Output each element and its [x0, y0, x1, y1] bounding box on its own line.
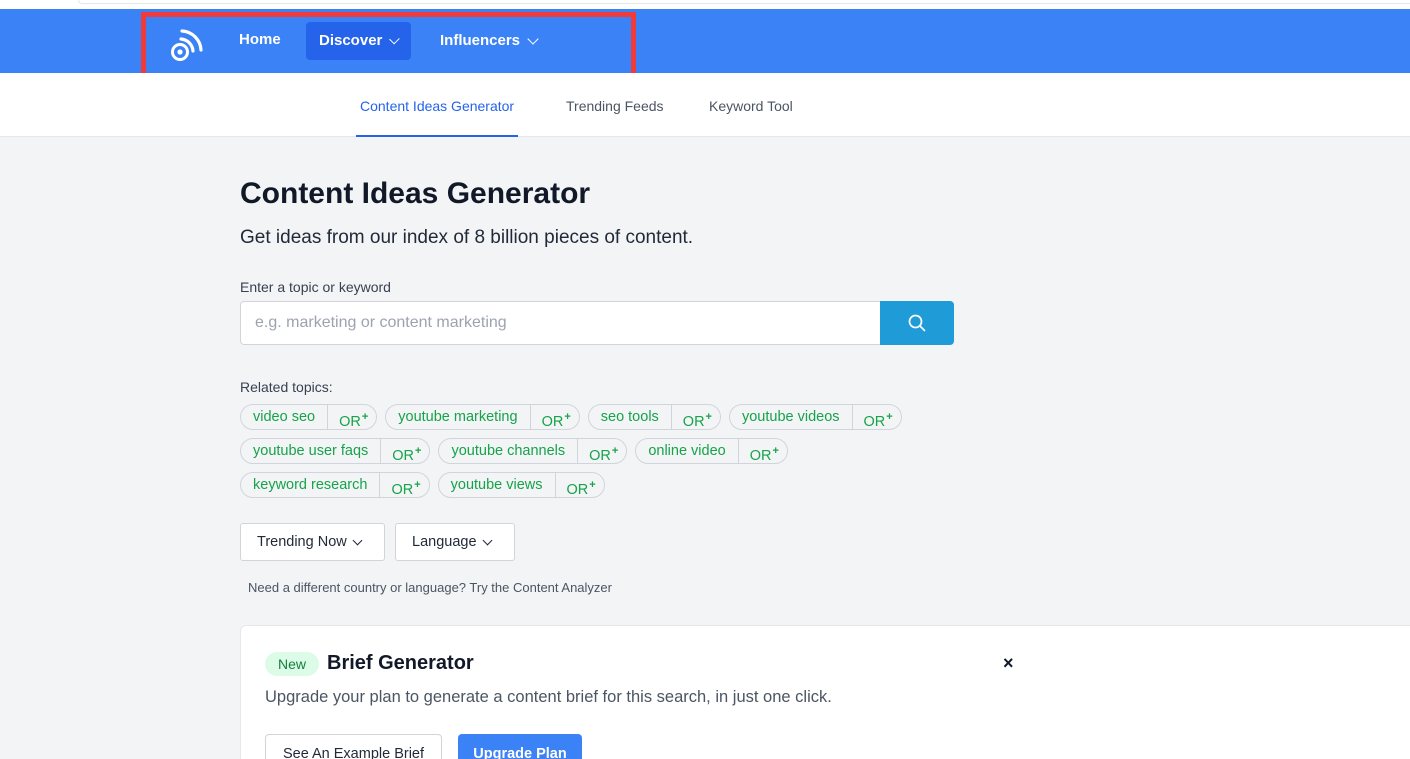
related-topics-list: video seo OR+ youtube marketing OR+ seo to… — [240, 404, 960, 498]
search-button[interactable] — [880, 301, 954, 345]
see-example-brief-button[interactable]: See An Example Brief — [265, 734, 442, 759]
topic-chip-label[interactable]: youtube channels — [439, 439, 579, 463]
language-dropdown[interactable]: Language — [395, 523, 515, 561]
topic-chip-or-button[interactable]: OR+ — [578, 439, 626, 464]
topic-chip-or-button[interactable]: OR+ — [531, 405, 579, 430]
topic-chip-label[interactable]: seo tools — [589, 405, 672, 429]
plus-icon: + — [361, 411, 369, 423]
or-label: OR — [339, 413, 361, 430]
top-strip-edge — [78, 0, 1410, 4]
upgrade-plan-button[interactable]: Upgrade Plan — [458, 734, 582, 759]
topic-chip-label[interactable]: youtube user faqs — [241, 439, 382, 463]
topic-chip-label[interactable]: youtube views — [439, 473, 556, 497]
or-label: OR — [566, 481, 589, 498]
trending-now-dropdown[interactable]: Trending Now — [240, 523, 385, 561]
topic-chip-or-button[interactable]: OR+ — [739, 439, 787, 464]
nav-discover-label: Discover — [319, 32, 383, 49]
search-bar — [240, 301, 954, 345]
topic-chip-or-button[interactable]: OR+ — [556, 473, 604, 498]
topic-chip-label[interactable]: online video — [636, 439, 739, 463]
plus-icon: + — [886, 411, 893, 423]
tab-content-ideas-generator[interactable]: Content Ideas Generator — [356, 73, 519, 137]
nav-discover[interactable]: Discover — [306, 22, 411, 60]
chevron-down-icon — [352, 535, 363, 545]
topic-chip: youtube marketing OR+ — [385, 404, 580, 430]
nav-home[interactable]: Home — [226, 21, 294, 59]
or-label: OR — [392, 447, 415, 464]
topic-chip: video seo OR+ — [240, 404, 378, 430]
close-icon[interactable]: × — [1003, 653, 1014, 674]
nav-influencers-label: Influencers — [440, 32, 521, 49]
topic-chip: youtube views OR+ — [437, 472, 605, 498]
page-title: Content Ideas Generator — [240, 177, 591, 210]
search-icon — [908, 314, 926, 332]
page-subtitle: Get ideas from our index of 8 billion pi… — [240, 227, 694, 248]
or-label: OR — [391, 481, 414, 498]
topic-chip-or-button[interactable]: OR+ — [853, 405, 901, 430]
topic-chip-label[interactable]: keyword research — [241, 473, 381, 497]
brief-generator-title: Brief Generator — [327, 652, 474, 674]
topic-chip: online video OR+ — [635, 438, 788, 464]
topic-chip: keyword research OR+ — [240, 472, 430, 498]
trending-now-label: Trending Now — [257, 534, 347, 550]
country-language-note[interactable]: Need a different country or language? Tr… — [248, 580, 612, 595]
plus-icon: + — [772, 445, 779, 457]
or-label: OR — [749, 447, 772, 464]
topic-chip: youtube user faqs OR+ — [240, 438, 431, 464]
topic-chip-or-button[interactable]: OR+ — [328, 405, 376, 430]
plus-icon: + — [414, 479, 421, 491]
chevron-down-icon — [389, 33, 400, 44]
topic-chip-label[interactable]: video seo — [241, 405, 329, 429]
topic-chip: seo tools OR+ — [587, 404, 721, 430]
related-topics-label: Related topics: — [240, 379, 333, 395]
rss-logo-icon[interactable] — [170, 26, 206, 62]
tab-trending-feeds[interactable]: Trending Feeds — [566, 73, 664, 137]
plus-icon: + — [611, 445, 619, 457]
chevron-down-icon — [527, 32, 539, 45]
brief-generator-text: Upgrade your plan to generate a content … — [265, 688, 832, 706]
topic-search-input[interactable] — [240, 301, 880, 345]
nav-home-label: Home — [239, 31, 281, 48]
or-label: OR — [541, 413, 564, 430]
plus-icon: + — [705, 411, 712, 423]
browser-top-strip — [0, 0, 1410, 9]
or-label: OR — [589, 447, 611, 464]
topic-chip: youtube videos OR+ — [728, 404, 902, 430]
or-label: OR — [863, 413, 886, 430]
topic-chip-label[interactable]: youtube videos — [730, 405, 853, 429]
or-label: OR — [682, 413, 705, 430]
topic-chip-or-button[interactable]: OR+ — [380, 473, 428, 498]
chevron-down-icon — [482, 535, 492, 545]
sub-navigation: Content Ideas Generator Trending Feeds K… — [0, 73, 1410, 137]
tab-keyword-tool[interactable]: Keyword Tool — [709, 73, 793, 137]
topic-input-label: Enter a topic or keyword — [240, 279, 391, 295]
brief-generator-card: New Brief Generator × Upgrade your plan … — [240, 625, 1410, 759]
language-label: Language — [412, 534, 477, 550]
new-badge: New — [265, 652, 320, 676]
plus-icon: + — [589, 479, 596, 491]
topic-chip-or-button[interactable]: OR+ — [381, 439, 429, 464]
topic-chip-or-button[interactable]: OR+ — [672, 405, 720, 430]
plus-icon: + — [564, 411, 571, 423]
plus-icon: + — [415, 445, 422, 457]
nav-influencers[interactable]: Influencers — [427, 22, 550, 60]
topic-chip: youtube channels OR+ — [438, 438, 628, 464]
top-navbar: Home Discover Influencers — [0, 9, 1410, 73]
topic-chip-label[interactable]: youtube marketing — [386, 405, 531, 429]
